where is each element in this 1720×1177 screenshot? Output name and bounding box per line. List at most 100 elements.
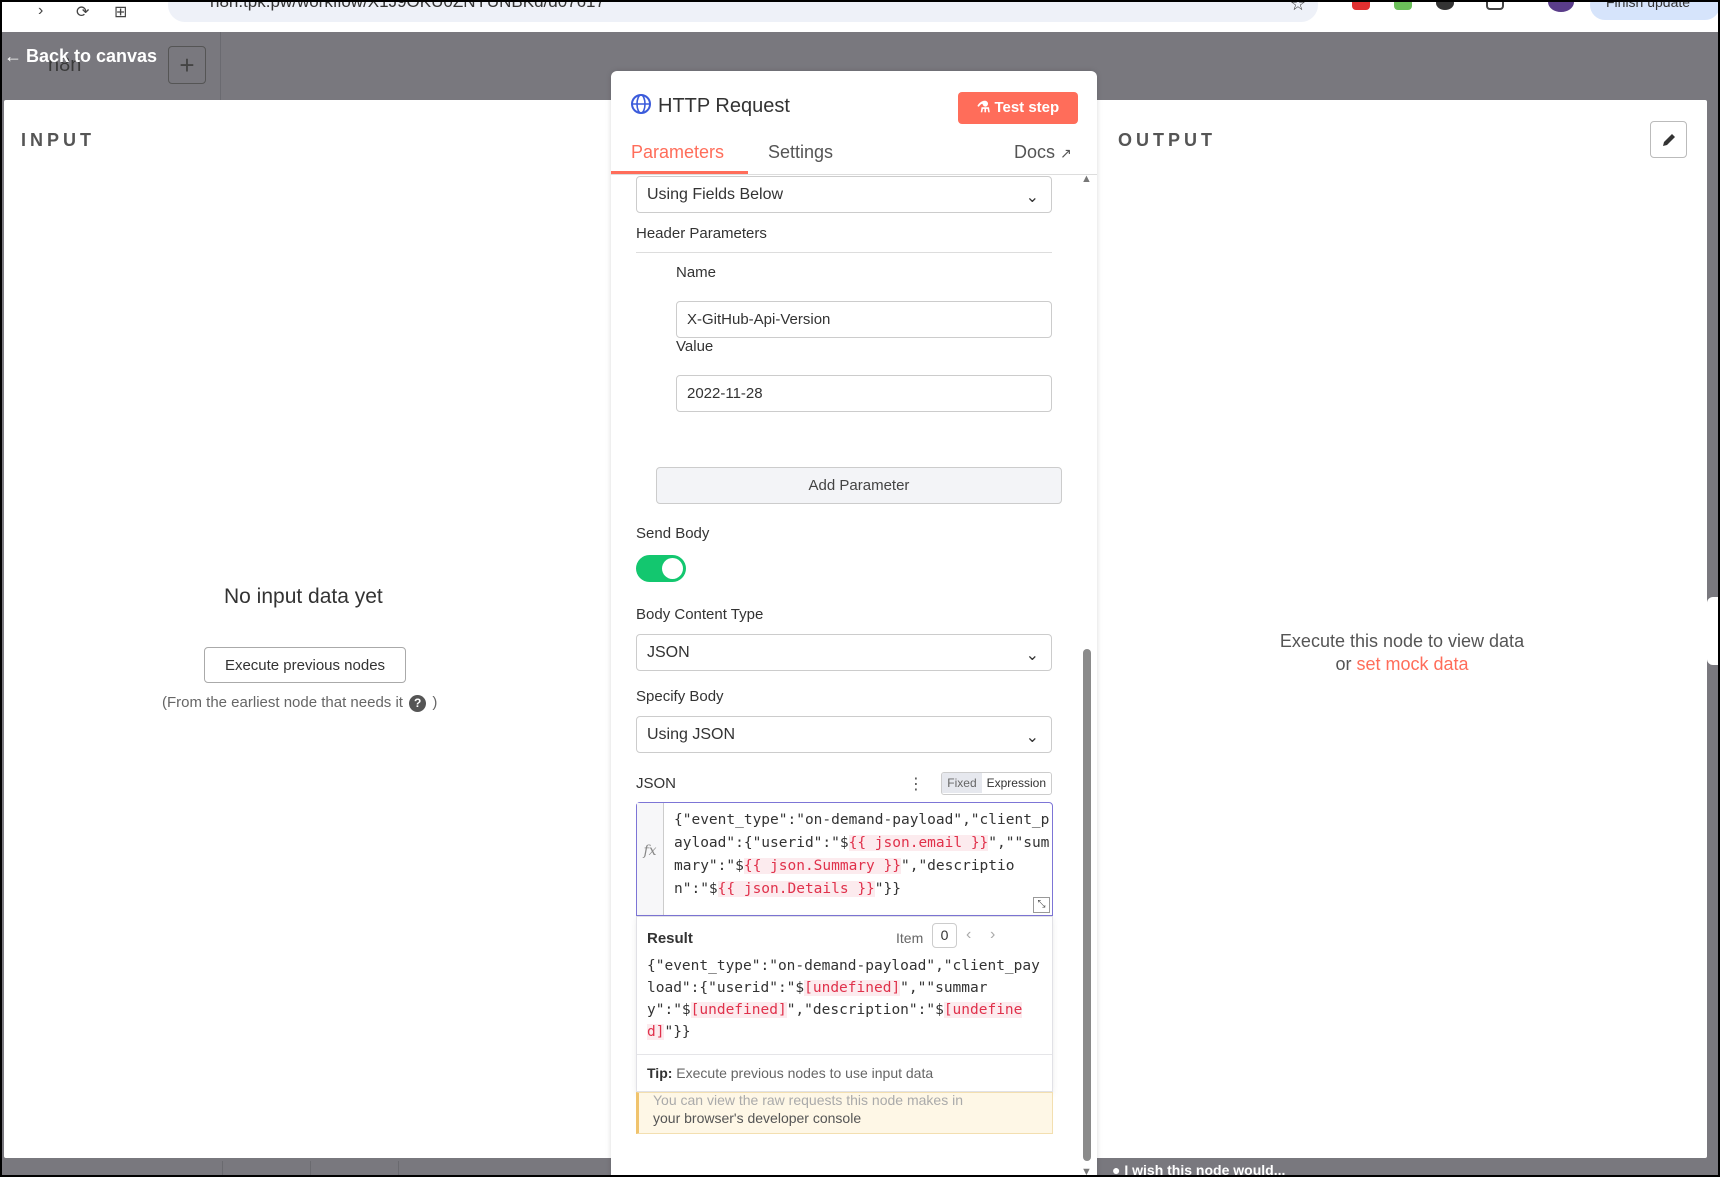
result-preview: Result Item 0 ‹ › {"event_type":"on-dema… [636,916,1053,1092]
header-value-input[interactable] [676,375,1052,412]
specify-body-label: Specify Body [636,688,724,705]
mode-fixed[interactable]: Fixed [942,773,982,793]
flask-icon: ⚗ [976,99,995,116]
test-step-label: Test step [994,99,1060,116]
undefined-token: [undefined] [804,980,901,996]
json-label-row: JSON ⋮ Fixed Expression [636,772,1052,795]
profile-avatar[interactable] [1548,2,1574,12]
send-body-label: Send Body [636,525,710,542]
pencil-icon [1662,134,1675,146]
address-bar[interactable]: n8n.tpk.pw/workflow/X1J9OKU0ZNYUNBKd/d07… [168,0,1318,22]
header-parameters-label: Header Parameters [636,225,767,242]
header-name-input[interactable] [676,301,1052,338]
chevron-down-icon: ⌄ [1025,647,1039,664]
input-hint-close: ) [432,694,438,711]
specify-body-value: Using JSON [647,726,736,743]
test-step-button[interactable]: ⚗ Test step [958,92,1078,124]
more-options-icon[interactable]: ⋮ [908,774,924,794]
tabs-divider [611,174,1097,175]
add-node-button[interactable]: + [168,46,206,84]
forward-icon[interactable]: › [38,2,43,20]
input-hint-text: (From the earliest node that needs it [162,694,403,711]
body-content-type-label: Body Content Type [636,606,764,623]
url-text: n8n.tpk.pw/workflow/X1J9OKU0ZNYUNBKd/d07… [210,0,605,11]
result-code: {"event_type":"on-demand-payload","clien… [647,955,1047,1043]
scrollbar-thumb[interactable] [1083,649,1091,1161]
input-panel-title: INPUT [21,130,95,150]
notice-line-2: your browser's developer console [653,1110,862,1126]
canvas-zoom-toolbar [222,1160,622,1175]
fixed-expression-switch[interactable]: Fixed Expression [941,772,1052,795]
specify-body-select[interactable]: Using JSON ⌄ [636,716,1052,753]
result-tip: Tip: Execute previous nodes to use input… [647,1065,933,1081]
fx-icon: fx [637,803,664,915]
add-parameter-button[interactable]: Add Parameter [656,467,1062,504]
mode-expression[interactable]: Expression [981,773,1051,793]
scroll-up-icon[interactable]: ▲ [1081,173,1092,185]
item-index-input[interactable]: 0 [932,923,957,948]
tip-text: Execute previous nodes to use input data [672,1065,934,1081]
body-content-type-select[interactable]: JSON ⌄ [636,634,1052,671]
feedback-label: I wish this node would... [1124,1162,1286,1177]
extension-icon-green[interactable] [1394,2,1412,10]
json-label: JSON [636,775,677,792]
json-code[interactable]: {"event_type":"on-demand-payload","clien… [674,809,1050,901]
extension-icon-dark[interactable] [1436,2,1454,10]
execute-previous-nodes-button[interactable]: Execute previous nodes [204,647,406,683]
feedback-link[interactable]: ● I wish this node would... [1112,1162,1286,1177]
result-text: "}} [664,1024,691,1040]
expand-editor-icon[interactable]: ⤡ [1033,897,1050,913]
parameters-panel: HTTP Request ⚗ Test step Parameters Sett… [611,71,1097,1175]
expression-token: {{ json.Details }} [717,881,875,897]
question-icon[interactable]: ? [409,695,427,712]
expression-token: {{ json.email }} [848,835,989,851]
toggle-knob [662,558,683,579]
docs-link[interactable]: Docs ↗ [1014,142,1072,163]
header-parameters-divider [636,252,1052,253]
panel-scrollbar[interactable]: ▲ ▼ [1079,171,1093,1175]
json-expression-editor[interactable]: fx {"event_type":"on-demand-payload","cl… [636,802,1053,916]
chevron-right-icon[interactable]: › [990,926,995,944]
extension-icon-window[interactable] [1486,2,1504,10]
tab-parameters[interactable]: Parameters [631,142,724,163]
result-text: ","description":"$ [786,1002,944,1018]
chevron-left-icon[interactable]: ‹ [966,926,971,944]
item-label: Item [896,930,924,946]
header-divider [220,32,221,100]
json-code-text: "}} [874,881,901,897]
scroll-down-icon[interactable]: ▼ [1081,1166,1092,1175]
bookmark-star-icon[interactable]: ☆ [1290,2,1306,15]
finish-update-button[interactable]: Finish update [1590,2,1718,20]
side-handle[interactable] [1707,597,1718,665]
back-to-canvas-label: Back to canvas [26,46,158,66]
send-body-toggle[interactable] [636,555,686,582]
extension-icon-red[interactable] [1352,2,1370,10]
node-title: HTTP Request [658,95,790,117]
output-message-or: or [1335,654,1357,674]
tab-settings[interactable]: Settings [768,142,833,163]
browser-toolbar: › ⟳ ⊞ n8n.tpk.pw/workflow/X1J9OKU0ZNYUNB… [2,0,1718,32]
edit-output-button[interactable] [1650,121,1687,158]
chevron-down-icon: ⌄ [1025,189,1039,206]
set-mock-data-link[interactable]: set mock data [1356,654,1468,674]
reload-icon[interactable]: ⟳ [76,2,89,22]
header-name-label: Name [676,264,717,281]
node-title-row: HTTP Request [630,93,790,118]
header-value-label: Value [676,338,714,355]
result-title: Result [647,930,693,947]
output-message-line: Execute this node to view data [1279,631,1525,651]
back-to-canvas-button[interactable]: ← Back to canvas [4,46,157,67]
no-input-heading: No input data yet [224,585,383,608]
globe-icon [631,94,651,114]
body-content-type-value: JSON [647,644,690,661]
output-panel-title: OUTPUT [1118,130,1216,150]
chevron-down-icon: ⌄ [1025,729,1039,746]
undefined-token: [undefined] [690,1002,787,1018]
specify-headers-select[interactable]: Using Fields Below ⌄ [636,176,1052,213]
apps-icon[interactable]: ⊞ [114,2,127,22]
output-empty-message: Execute this node to view data or set mo… [1232,630,1572,676]
developer-console-notice: You can view the raw requests this node … [636,1092,1053,1134]
expression-token: {{ json.Summary }} [743,858,901,874]
notice-line-1: You can view the raw requests this node … [653,1095,963,1108]
screen: › ⟳ ⊞ n8n.tpk.pw/workflow/X1J9OKU0ZNYUNB… [0,0,1720,1177]
